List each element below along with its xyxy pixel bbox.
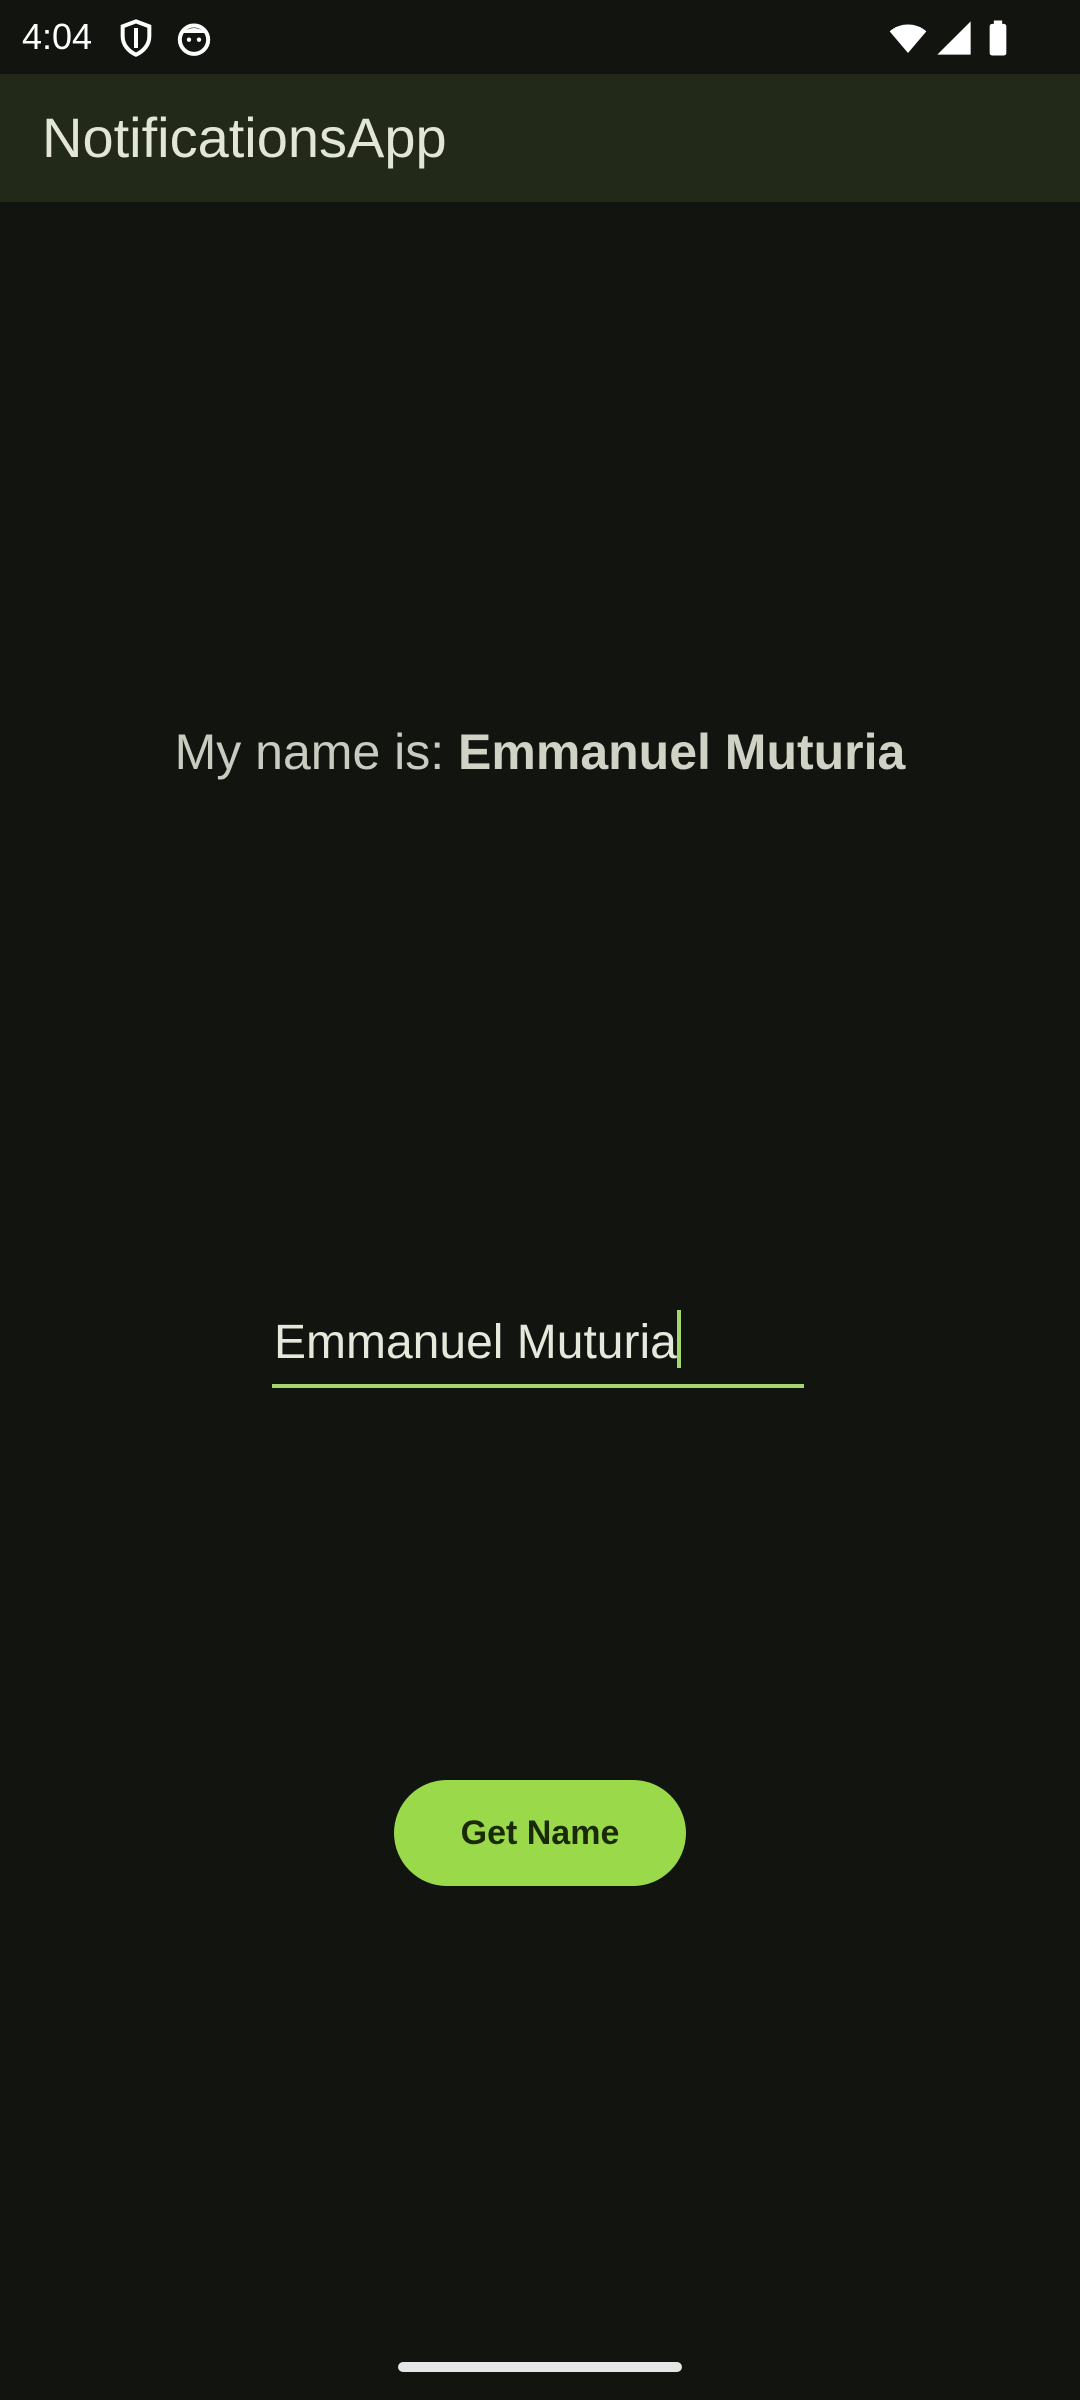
wifi-icon xyxy=(888,18,928,58)
name-display: My name is: Emmanuel Muturia xyxy=(0,720,1080,784)
shield-icon xyxy=(116,18,156,58)
name-input-value: Emmanuel Muturia xyxy=(274,1316,677,1369)
battery-icon xyxy=(978,18,1018,58)
app-bar: NotificationsApp xyxy=(0,74,1080,202)
screen: 4:04 NotificationsApp My name is: Emmanu… xyxy=(0,0,1080,2400)
text-cursor xyxy=(676,1310,681,1368)
face-icon xyxy=(174,18,214,58)
signal-icon xyxy=(934,18,974,58)
name-input[interactable]: Emmanuel Muturia xyxy=(272,1300,804,1388)
name-value-label: Emmanuel Muturia xyxy=(458,724,906,780)
get-name-button[interactable]: Get Name xyxy=(394,1780,686,1886)
home-indicator[interactable] xyxy=(398,2362,682,2372)
app-title: NotificationsApp xyxy=(42,106,447,169)
status-bar: 4:04 xyxy=(0,0,1080,74)
name-input-text-wrap: Emmanuel Muturia xyxy=(274,1310,681,1373)
status-time: 4:04 xyxy=(22,16,93,57)
name-prefix-label: My name is: xyxy=(174,724,459,780)
